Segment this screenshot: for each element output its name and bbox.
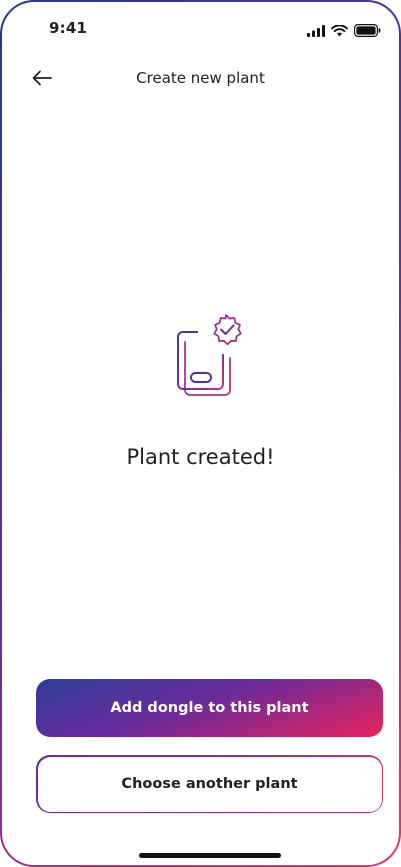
home-indicator[interactable] bbox=[139, 853, 281, 858]
signal-icon bbox=[307, 22, 325, 41]
app-screen: 9:41 Create new plant Plant created! Add… bbox=[2, 2, 399, 865]
choose-another-plant-label: Choose another plant bbox=[37, 756, 382, 812]
page-title: Create new plant bbox=[136, 69, 265, 87]
choose-another-plant-button[interactable]: Choose another plant bbox=[36, 755, 383, 813]
status-icons bbox=[307, 22, 381, 41]
status-time: 9:41 bbox=[49, 19, 88, 37]
add-dongle-button[interactable]: Add dongle to this plant bbox=[36, 679, 383, 737]
device-frame: 9:41 Create new plant Plant created! Add… bbox=[0, 0, 401, 867]
success-message: Plant created! bbox=[126, 445, 275, 469]
battery-icon bbox=[354, 22, 381, 41]
device-verified-icon bbox=[168, 310, 248, 400]
status-bar: 9:41 bbox=[2, 2, 399, 60]
wifi-icon bbox=[331, 22, 348, 41]
